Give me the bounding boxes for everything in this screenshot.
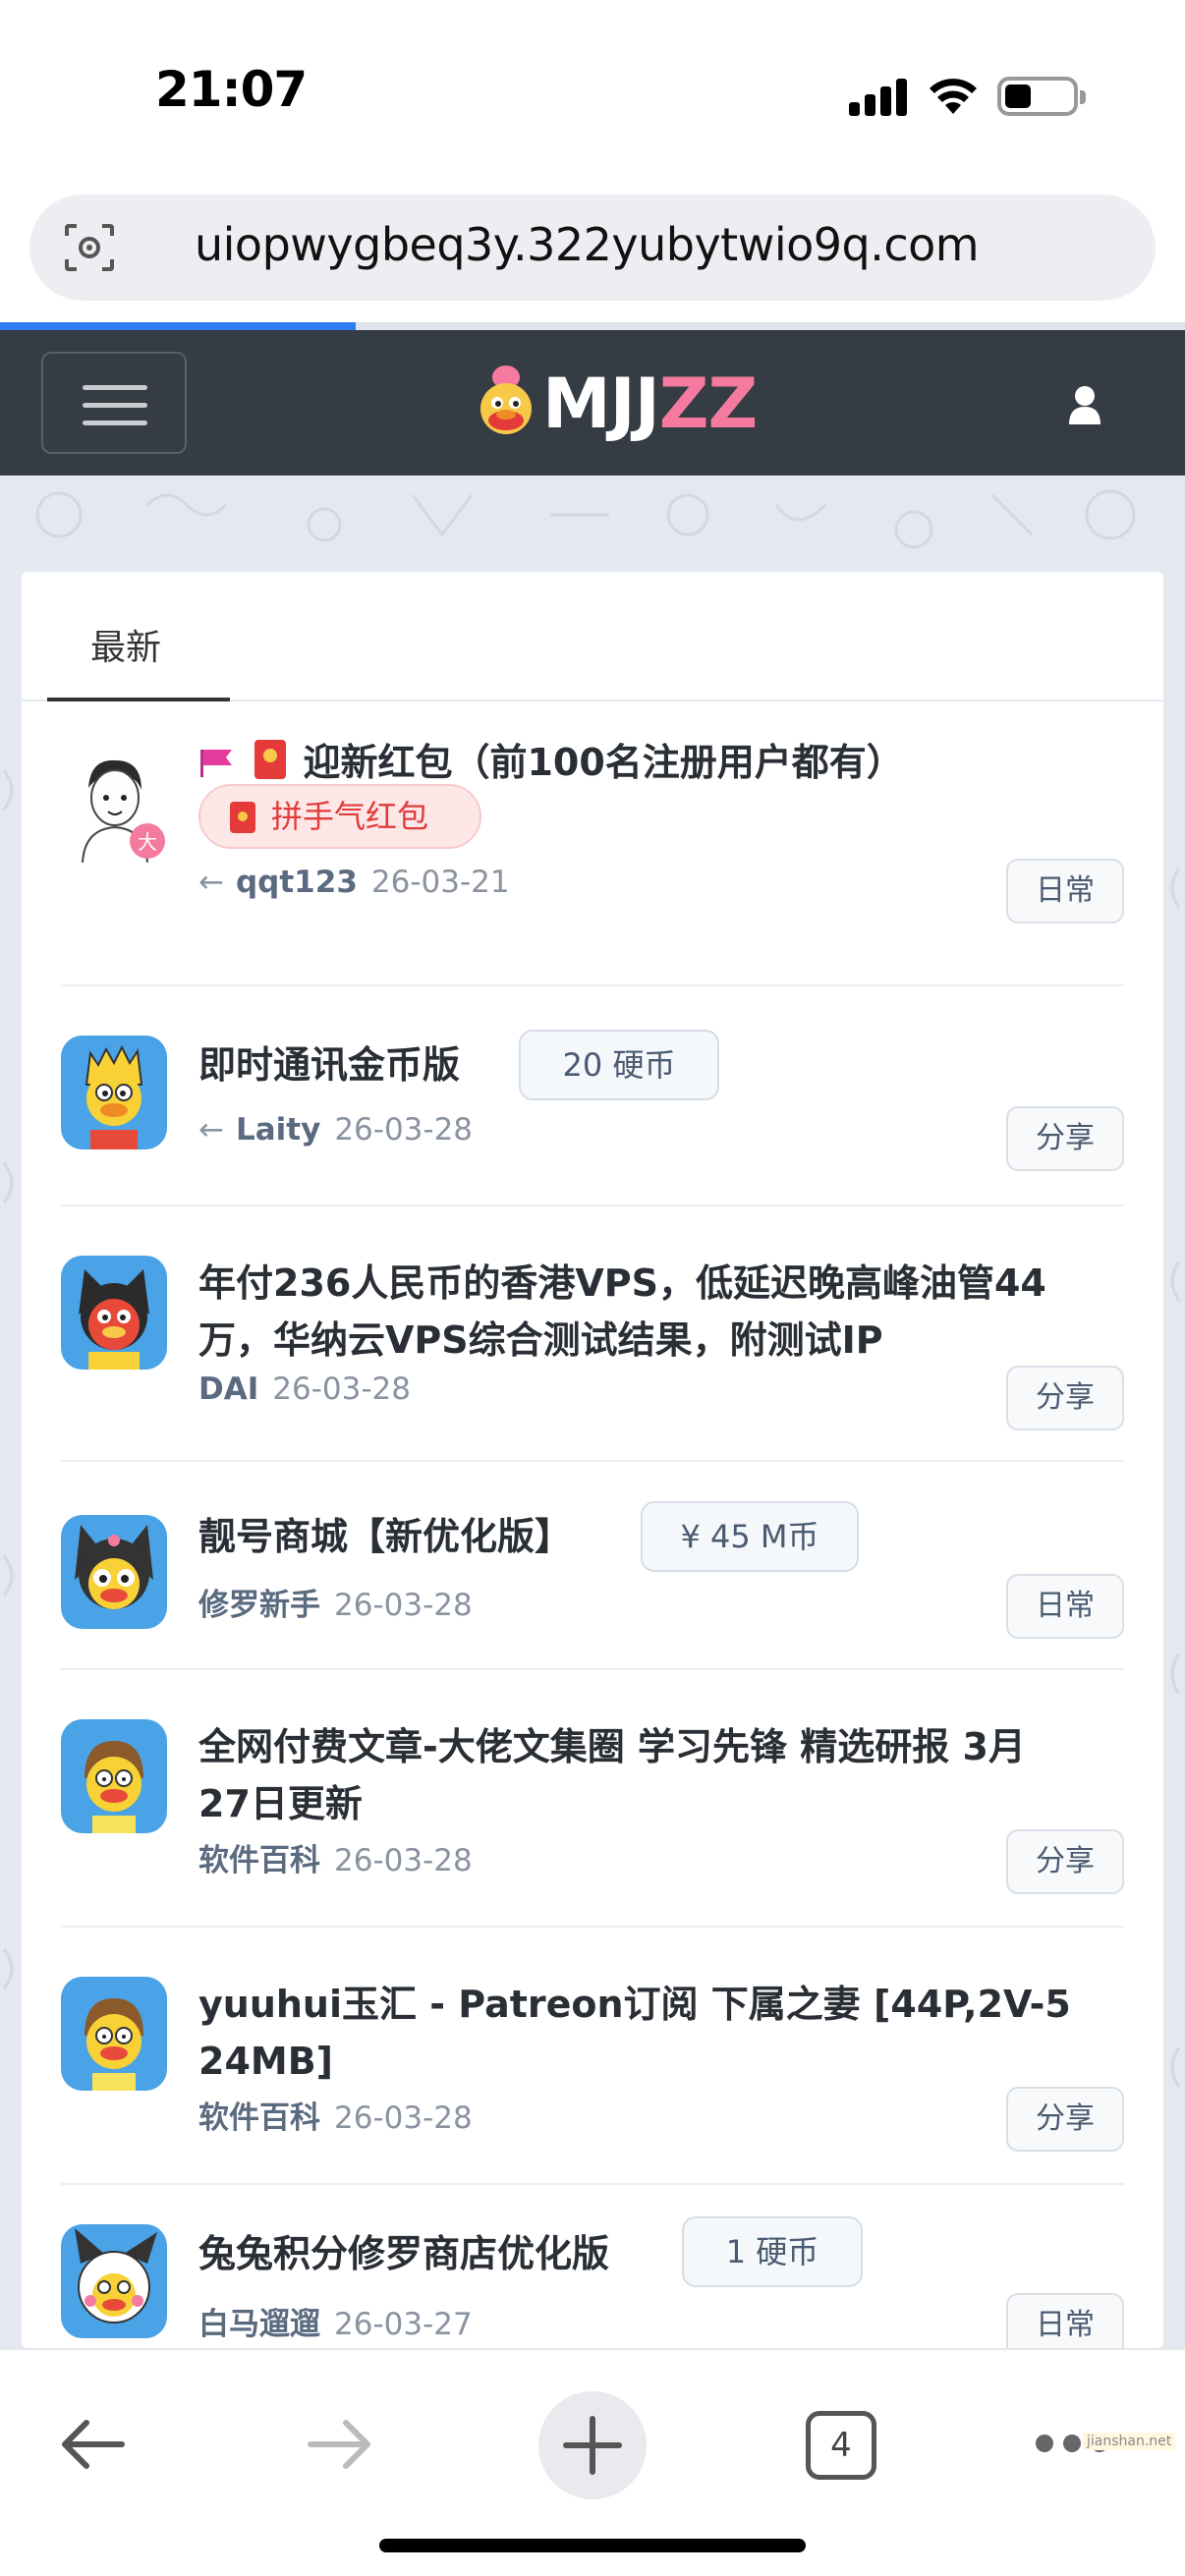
post-title-line[interactable]: yuuhui玉汇 - Patreon订阅 下属之妻 [44P,2V-5 (198, 1975, 1071, 2034)
user-icon[interactable] (1067, 385, 1102, 424)
post-date: 26-03-28 (334, 1588, 473, 1623)
avatar[interactable] (61, 2224, 167, 2338)
avatar[interactable] (61, 1256, 167, 1370)
avatar[interactable] (61, 1719, 167, 1833)
logo-text-white: MJJ (542, 364, 660, 444)
post-author[interactable]: qqt123 (236, 865, 358, 900)
category-tag[interactable]: 分享 (1006, 1829, 1124, 1894)
category-tag[interactable]: 分享 (1006, 2087, 1124, 2152)
post-title[interactable]: 兔兔积分修罗商店优化版 (198, 2224, 609, 2283)
tab-newest[interactable]: 最新 (47, 572, 230, 701)
post-author[interactable]: 软件百科 (198, 2100, 320, 2136)
avatar-bart-duck-image (85, 1044, 143, 1149)
url-text[interactable]: uiopwygbeq3y.322yubytwio9q.com (195, 218, 980, 271)
post-item[interactable]: 兔兔积分修罗商店优化版 1 硬币 白马遛遛 26-03-27 日常 (22, 2185, 1163, 2348)
post-author[interactable]: Laity (236, 1112, 320, 1148)
address-bar[interactable]: uiopwygbeq3y.322yubytwio9q.com (29, 195, 1156, 301)
post-title[interactable]: 即时通讯金币版 (198, 1036, 460, 1094)
battery-icon (997, 77, 1086, 116)
home-indicator (379, 2539, 806, 2552)
post-author[interactable]: DAI (198, 1372, 258, 1407)
post-date: 26-03-28 (334, 1843, 473, 1878)
post-title-line[interactable]: 万，华纳云VPS综合测试结果，附测试IP (198, 1311, 883, 1370)
redpacket-badge: 拼手气红包 (198, 784, 481, 849)
tab-count-button[interactable]: 4 (806, 2411, 876, 2480)
category-tag[interactable]: 日常 (1006, 2293, 1124, 2348)
category-tag[interactable]: 日常 (1006, 1574, 1124, 1639)
category-tag[interactable]: 日常 (1006, 859, 1124, 924)
site-header: MJJZZ (0, 330, 1185, 476)
post-title-line[interactable]: 24MB] (198, 2032, 333, 2091)
post-title-line[interactable]: 27日更新 (198, 1774, 363, 1833)
menu-button[interactable] (41, 352, 187, 454)
back-arrow-icon[interactable] (57, 2409, 128, 2480)
lens-search-icon[interactable] (63, 222, 116, 273)
tab-newest-label: 最新 (90, 628, 162, 668)
avatar[interactable] (61, 1036, 167, 1149)
plus-icon (563, 2416, 622, 2475)
post-item[interactable]: 全网付费文章-大佬文集圈 学习先锋 精选研报 3月 27日更新 软件百科 26-0… (22, 1670, 1163, 1928)
post-date: 26-03-28 (272, 1372, 411, 1407)
post-meta: 软件百科 26-03-28 (198, 1835, 473, 1879)
avatar-morty-duck-image (85, 1741, 143, 1833)
new-tab-button[interactable] (538, 2391, 647, 2499)
post-meta: 修罗新手 26-03-28 (198, 1580, 473, 1624)
avatar-kuromi-duck-image (75, 1525, 153, 1609)
post-title[interactable]: 靓号商城【新优化版】 (198, 1507, 572, 1566)
post-title[interactable]: 迎新红包（前100名注册用户都有） (303, 741, 903, 784)
logo-text-pink: ZZ (658, 364, 759, 444)
avatar-bunny-duck-image (75, 2228, 157, 2324)
post-author[interactable]: 修罗新手 (198, 1588, 320, 1623)
post-item[interactable]: 即时通讯金币版 20 硬币 ← Laity 26-03-28 分享 (22, 986, 1163, 1242)
status-time: 21:07 (155, 61, 308, 118)
post-title-line[interactable]: 年付236人民币的香港VPS，低延迟晚高峰油管44 (198, 1254, 1046, 1313)
watermark: jianshan.net (1083, 2433, 1176, 2450)
avatar[interactable] (61, 1515, 167, 1629)
avatar[interactable]: 大 (61, 749, 167, 863)
site-logo[interactable]: MJJZZ (476, 360, 758, 448)
price-pill: ¥ 45 M币 (641, 1501, 859, 1572)
post-author[interactable]: 软件百科 (198, 1843, 320, 1878)
post-date: 26-03-28 (334, 2100, 473, 2136)
post-date: 26-03-27 (334, 2307, 473, 2342)
category-tag[interactable]: 分享 (1006, 1106, 1124, 1171)
tab-bar: 最新 (22, 572, 1163, 701)
post-item[interactable]: 年付236人民币的香港VPS，低延迟晚高峰油管44 万，华纳云VPS综合测试结果… (22, 1206, 1163, 1462)
post-item[interactable]: 大 迎新红包（前100名注册用户都有） 拼手气红包 ← qqt123 26-03-2… (22, 703, 1163, 986)
post-title-line[interactable]: 全网付费文章-大佬文集圈 学习先锋 精选研报 3月 (198, 1717, 1026, 1776)
post-meta: DAI 26-03-28 (198, 1372, 411, 1407)
red-envelope-icon (254, 740, 287, 779)
post-meta: ← Laity 26-03-28 (198, 1112, 473, 1148)
avatar-cat-duck-image (79, 1269, 149, 1370)
svg-text:大: 大 (138, 830, 157, 854)
post-meta: 软件百科 26-03-28 (198, 2093, 473, 2137)
post-meta: 白马遛遛 26-03-27 (198, 2299, 473, 2343)
status-bar: 21:07 (0, 0, 1185, 187)
post-meta: ← qqt123 26-03-21 (198, 865, 510, 900)
avatar-morty-duck-image (85, 1998, 143, 2091)
category-tag[interactable]: 分享 (1006, 1366, 1124, 1430)
price-pill: 1 硬币 (682, 2216, 863, 2287)
post-list-card: 最新 大 迎新红包（前100名注册用户都有） 拼手气红包 ← qqt123 26… (22, 572, 1163, 2348)
avatar[interactable] (61, 1977, 167, 2091)
post-date: 26-03-28 (334, 1112, 474, 1148)
post-item[interactable]: yuuhui玉汇 - Patreon订阅 下属之妻 [44P,2V-5 24MB… (22, 1928, 1163, 2183)
post-date: 26-03-21 (370, 865, 510, 900)
avatar-boy-image: 大 (82, 759, 165, 863)
post-author[interactable]: 白马遛遛 (198, 2307, 320, 2342)
reply-arrow-icon: ← (198, 865, 224, 900)
cellular-signal-icon (849, 77, 908, 116)
red-envelope-icon (230, 802, 255, 833)
wifi-icon (930, 79, 977, 114)
flag-icon (200, 750, 232, 777)
reply-arrow-icon: ← (198, 1112, 224, 1148)
post-item[interactable]: 靓号商城【新优化版】 ¥ 45 M币 修罗新手 26-03-28 日常 (22, 1462, 1163, 1670)
page-load-progress (0, 322, 1185, 330)
post-title-row: 迎新红包（前100名注册用户都有） (198, 733, 904, 792)
duck-mascot-icon (480, 365, 532, 434)
page-load-progress-fill (0, 322, 356, 330)
price-pill: 20 硬币 (519, 1030, 719, 1100)
forward-arrow-icon[interactable] (305, 2409, 375, 2480)
